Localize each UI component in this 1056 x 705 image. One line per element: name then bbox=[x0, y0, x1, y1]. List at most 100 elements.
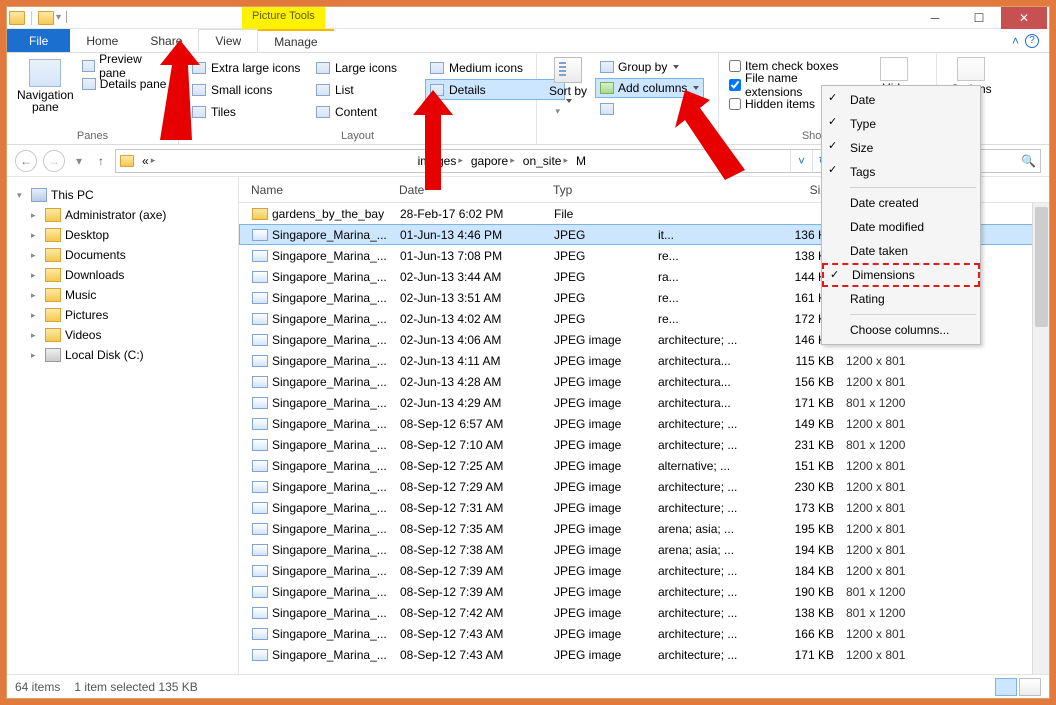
file-date: 02-Jun-13 4:28 AM bbox=[394, 375, 548, 389]
menu-date-taken[interactable]: Date taken bbox=[822, 239, 980, 263]
tab-manage[interactable]: Manage bbox=[258, 29, 333, 52]
check-icon bbox=[828, 142, 840, 154]
file-row[interactable]: Singapore_Marina_...02-Jun-13 4:11 AMJPE… bbox=[239, 350, 1049, 371]
menu-date-modified[interactable]: Date modified bbox=[822, 215, 980, 239]
col-type[interactable]: Typ bbox=[547, 183, 651, 197]
view-details-toggle[interactable] bbox=[995, 678, 1017, 696]
qat-more[interactable]: ▾ │ bbox=[56, 12, 70, 23]
file-row[interactable]: Singapore_Marina_...02-Jun-13 4:28 AMJPE… bbox=[239, 371, 1049, 392]
preview-pane-button[interactable]: Preview pane bbox=[80, 57, 170, 75]
sort-by-button[interactable]: Sort by bbox=[545, 57, 591, 119]
layout-small-icons[interactable]: Small icons bbox=[187, 79, 307, 100]
tree-music[interactable]: ▸Music bbox=[11, 285, 234, 305]
scroll-thumb[interactable] bbox=[1035, 207, 1048, 327]
file-tags: architecture; ... bbox=[652, 438, 762, 452]
minimize-button[interactable]: ─ bbox=[913, 7, 957, 29]
folder-icon bbox=[252, 208, 268, 220]
close-button[interactable]: ✕ bbox=[1001, 7, 1047, 29]
col-name[interactable]: Name bbox=[245, 183, 393, 197]
folder-icon bbox=[45, 288, 61, 302]
file-row[interactable]: Singapore_Marina_...08-Sep-12 7:31 AMJPE… bbox=[239, 497, 1049, 518]
address-seg-last[interactable]: M bbox=[572, 150, 590, 172]
file-row[interactable]: Singapore_Marina_...08-Sep-12 7:35 AMJPE… bbox=[239, 518, 1049, 539]
size-cols-icon bbox=[600, 103, 614, 115]
menu-tags[interactable]: Tags bbox=[822, 160, 980, 184]
address-bar[interactable]: «▸ images▸ gapore▸ on_site▸ M ˅ ↻ bbox=[115, 149, 835, 173]
col-date[interactable]: Date bbox=[393, 183, 547, 197]
recent-button[interactable]: ▾ bbox=[71, 150, 87, 172]
file-ext-checkbox[interactable] bbox=[729, 79, 741, 91]
check-icon bbox=[828, 166, 840, 178]
file-row[interactable]: Singapore_Marina_...08-Sep-12 7:43 AMJPE… bbox=[239, 623, 1049, 644]
tab-view[interactable]: View bbox=[198, 29, 258, 52]
menu-date-created[interactable]: Date created bbox=[822, 191, 980, 215]
folder-icon bbox=[45, 268, 61, 282]
address-seg-images[interactable]: images▸ bbox=[414, 150, 467, 172]
file-row[interactable]: Singapore_Marina_...08-Sep-12 7:42 AMJPE… bbox=[239, 602, 1049, 623]
tab-share[interactable]: Share bbox=[134, 29, 198, 52]
menu-date[interactable]: Date bbox=[822, 88, 980, 112]
layout-extra-large-icons[interactable]: Extra large icons bbox=[187, 57, 307, 78]
menu-size[interactable]: Size bbox=[822, 136, 980, 160]
file-row[interactable]: Singapore_Marina_...02-Jun-13 4:29 AMJPE… bbox=[239, 392, 1049, 413]
file-type: JPEG image bbox=[548, 375, 652, 389]
address-overflow[interactable]: «▸ bbox=[138, 150, 159, 172]
file-type: JPEG image bbox=[548, 417, 652, 431]
tree-pictures[interactable]: ▸Pictures bbox=[11, 305, 234, 325]
file-row[interactable]: Singapore_Marina_...08-Sep-12 7:25 AMJPE… bbox=[239, 455, 1049, 476]
address-dropdown[interactable]: ˅ bbox=[790, 150, 812, 172]
scrollbar[interactable] bbox=[1032, 203, 1049, 674]
navigation-tree[interactable]: ▾This PC ▸Administrator (axe) ▸Desktop ▸… bbox=[7, 177, 239, 674]
file-row[interactable]: Singapore_Marina_...08-Sep-12 6:57 AMJPE… bbox=[239, 413, 1049, 434]
tree-this-pc[interactable]: ▾This PC bbox=[11, 185, 234, 205]
file-size: 173 KB bbox=[762, 501, 840, 515]
layout-group-label: Layout bbox=[187, 128, 528, 142]
back-button[interactable]: ← bbox=[15, 150, 37, 172]
file-row[interactable]: Singapore_Marina_...08-Sep-12 7:39 AMJPE… bbox=[239, 560, 1049, 581]
help-icon[interactable]: ? bbox=[1025, 34, 1039, 48]
qat-icon[interactable] bbox=[38, 11, 54, 25]
menu-type[interactable]: Type bbox=[822, 112, 980, 136]
details-pane-toggle[interactable]: Details pane bbox=[80, 75, 170, 93]
file-tags: architecture; ... bbox=[652, 480, 762, 494]
file-row[interactable]: Singapore_Marina_...08-Sep-12 7:43 AMJPE… bbox=[239, 644, 1049, 665]
add-columns-button[interactable]: Add columns bbox=[595, 78, 704, 98]
menu-dimensions[interactable]: Dimensions bbox=[822, 263, 980, 287]
file-icon bbox=[252, 250, 268, 262]
tree-downloads[interactable]: ▸Downloads bbox=[11, 265, 234, 285]
layout-tiles[interactable]: Tiles bbox=[187, 101, 307, 122]
group-by-button[interactable]: Group by bbox=[595, 57, 704, 77]
address-seg-onsite[interactable]: on_site▸ bbox=[519, 150, 572, 172]
item-check-checkbox[interactable] bbox=[729, 60, 741, 72]
maximize-button[interactable]: ☐ bbox=[957, 7, 1001, 29]
navigation-pane-button[interactable]: Navigation pane bbox=[15, 57, 76, 115]
menu-choose-columns[interactable]: Choose columns... bbox=[822, 318, 980, 342]
file-name: Singapore_Marina_... bbox=[272, 291, 387, 305]
tree-admin[interactable]: ▸Administrator (axe) bbox=[11, 205, 234, 225]
ribbon-collapse-icon[interactable]: ˄ bbox=[1012, 34, 1019, 48]
up-button[interactable]: ↑ bbox=[93, 150, 109, 172]
menu-rating[interactable]: Rating bbox=[822, 287, 980, 311]
forward-button[interactable]: → bbox=[43, 150, 65, 172]
tree-desktop[interactable]: ▸Desktop bbox=[11, 225, 234, 245]
view-thumbnails-toggle[interactable] bbox=[1019, 678, 1041, 696]
address-seg-gapore[interactable]: gapore▸ bbox=[467, 150, 519, 172]
file-row[interactable]: Singapore_Marina_...08-Sep-12 7:39 AMJPE… bbox=[239, 581, 1049, 602]
file-row[interactable]: Singapore_Marina_...08-Sep-12 7:38 AMJPE… bbox=[239, 539, 1049, 560]
file-row[interactable]: Singapore_Marina_...08-Sep-12 7:10 AMJPE… bbox=[239, 434, 1049, 455]
tab-file[interactable]: File bbox=[7, 29, 70, 52]
file-name: Singapore_Marina_... bbox=[272, 270, 387, 284]
file-size: 184 KB bbox=[762, 564, 840, 578]
layout-content[interactable]: Content bbox=[311, 101, 421, 122]
qat-separator bbox=[31, 11, 32, 25]
tree-documents[interactable]: ▸Documents bbox=[11, 245, 234, 265]
file-icon bbox=[252, 481, 268, 493]
layout-large-icons[interactable]: Large icons bbox=[311, 57, 421, 78]
layout-list[interactable]: List bbox=[311, 79, 421, 100]
tree-local-disk[interactable]: ▸Local Disk (C:) bbox=[11, 345, 234, 365]
tab-home[interactable]: Home bbox=[70, 29, 134, 52]
hidden-checkbox[interactable] bbox=[729, 98, 741, 110]
file-row[interactable]: Singapore_Marina_...08-Sep-12 7:29 AMJPE… bbox=[239, 476, 1049, 497]
tree-videos[interactable]: ▸Videos bbox=[11, 325, 234, 345]
size-columns-button[interactable] bbox=[595, 99, 704, 119]
